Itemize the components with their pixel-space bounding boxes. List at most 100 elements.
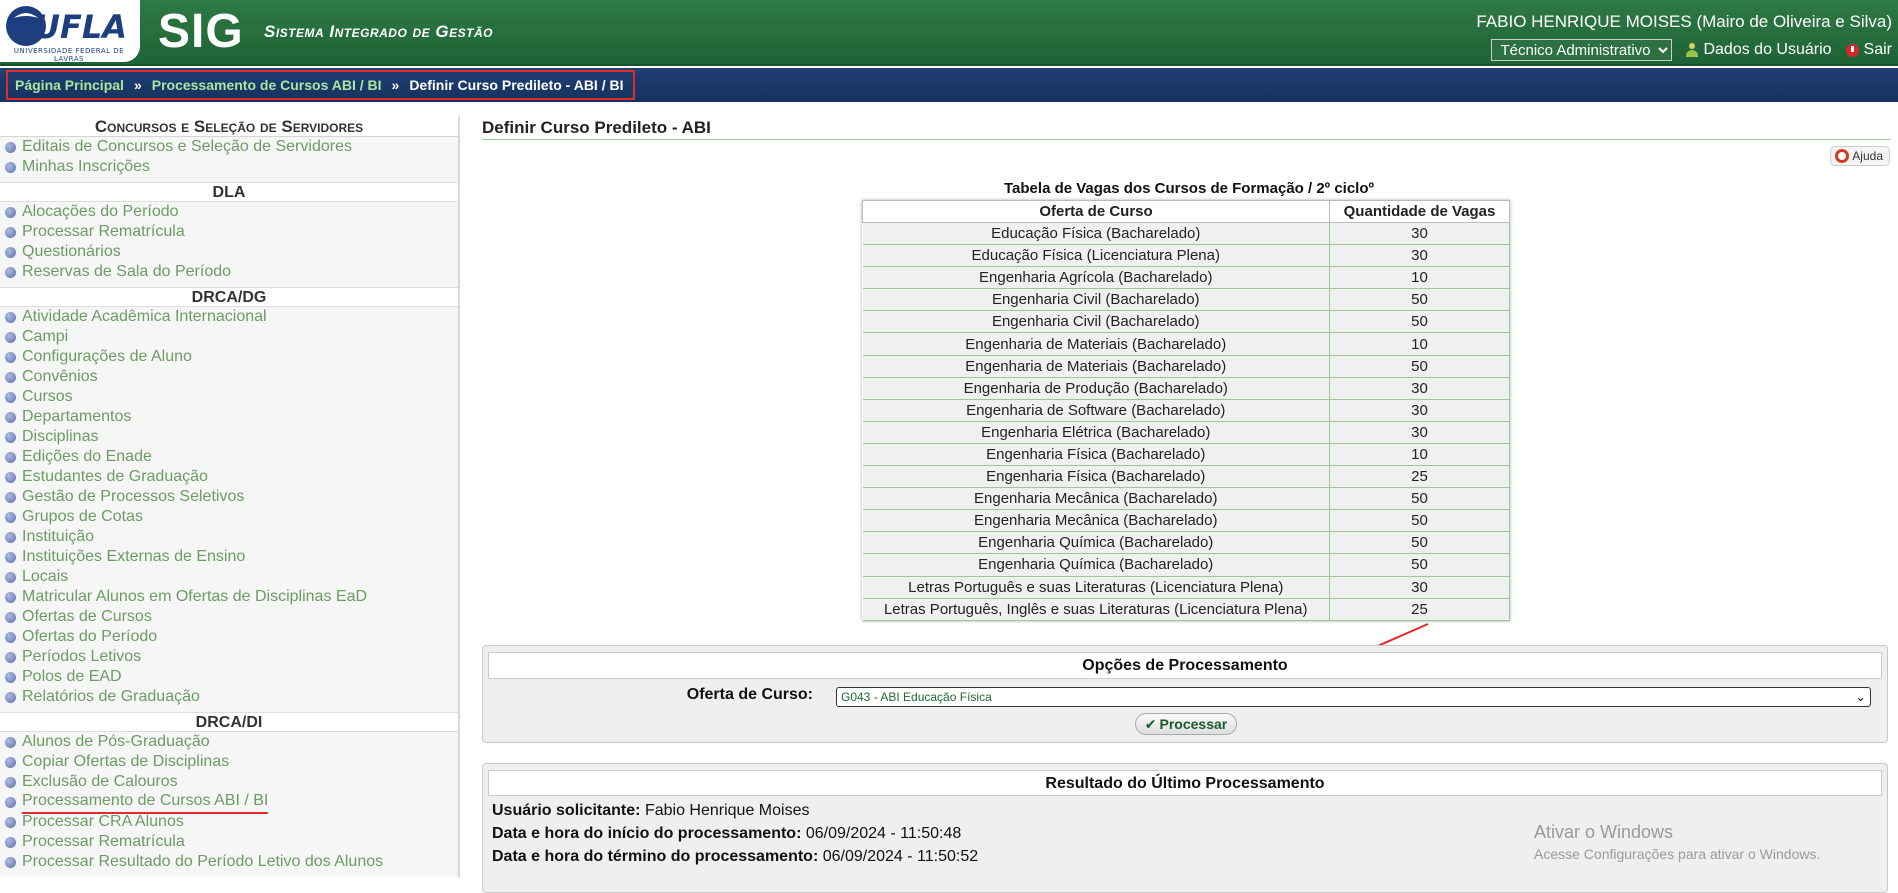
cell-oferta: Engenharia Elétrica (Bacharelado) — [862, 421, 1330, 444]
logout-link[interactable]: Sair — [1845, 41, 1892, 59]
app-name: SIG — [158, 5, 244, 58]
bullet-icon — [5, 591, 16, 603]
cell-vagas: 25 — [1329, 598, 1510, 621]
sidebar-item-label: Polos de EAD — [22, 668, 122, 685]
role-select[interactable]: Técnico Administrativo — [1491, 39, 1673, 61]
cell-vagas: 30 — [1329, 222, 1510, 246]
sidebar-item[interactable]: Locais — [0, 567, 458, 587]
help-button[interactable]: Ajuda — [1830, 146, 1890, 166]
power-icon — [1845, 43, 1859, 57]
cell-vagas: 30 — [1329, 244, 1510, 268]
sidebar-section-heading: DLA — [0, 182, 458, 202]
col-header-vagas: Quantidade de Vagas — [1329, 200, 1510, 223]
sidebar-item[interactable]: Alocações do Período — [0, 202, 458, 222]
table-row: Engenharia Química (Bacharelado) 50 — [862, 553, 1510, 577]
sidebar-item[interactable]: Grupos de Cotas — [0, 507, 458, 527]
sidebar-item[interactable]: Instituições Externas de Ensino — [0, 547, 458, 567]
sidebar-item[interactable]: Questionários — [0, 242, 458, 262]
cell-vagas: 30 — [1329, 576, 1510, 599]
sidebar-item[interactable]: Processamento de Cursos ABI / BI — [0, 792, 458, 814]
sidebar-item[interactable]: Instituição — [0, 527, 458, 547]
sidebar-item[interactable]: Exclusão de Calouros — [0, 772, 458, 792]
sidebar-item-label: Copiar Ofertas de Disciplinas — [22, 753, 230, 770]
breadcrumb-separator: » — [391, 77, 400, 93]
user-name: FABIO HENRIQUE MOISES (Mairo de Oliveira… — [1476, 12, 1892, 31]
sidebar-item[interactable]: Processar Rematrícula — [0, 222, 458, 242]
cell-oferta: Engenharia Física (Bacharelado) — [862, 465, 1330, 489]
bullet-icon — [5, 471, 16, 483]
bullet-icon — [5, 856, 16, 868]
cell-vagas: 50 — [1329, 288, 1510, 312]
breadcrumb-home[interactable]: Página Principal — [15, 77, 124, 93]
sidebar-item-label: Reservas de Sala do Período — [22, 263, 232, 280]
sidebar-item[interactable]: Gestão de Processos Seletivos — [0, 487, 458, 507]
sidebar-item-label: Estudantes de Graduação — [22, 468, 208, 485]
ufla-logo[interactable]: UFLA UNIVERSIDADE FEDERAL DE LAVRAS — [0, 0, 140, 62]
sidebar-item[interactable]: Estudantes de Graduação — [0, 467, 458, 487]
sidebar-item[interactable]: Campi — [0, 327, 458, 347]
sidebar-item[interactable]: Períodos Letivos — [0, 647, 458, 667]
sidebar-item[interactable]: Processar Rematrícula — [0, 832, 458, 852]
bullet-icon — [5, 531, 16, 543]
sidebar-item[interactable]: Polos de EAD — [0, 667, 458, 687]
sidebar-item[interactable]: Processar CRA Alunos — [0, 812, 458, 832]
course-select[interactable]: G043 - ABI Educação Física ⌄ — [836, 687, 1871, 707]
sidebar-item[interactable]: Departamentos — [0, 407, 458, 427]
breadcrumb-separator: » — [133, 77, 142, 93]
sidebar-item[interactable]: Copiar Ofertas de Disciplinas — [0, 752, 458, 772]
table-row: Engenharia Civil (Bacharelado) 50 — [862, 310, 1510, 334]
result-title: Resultado do Último Processamento — [488, 770, 1882, 796]
sidebar-item[interactable]: Reservas de Sala do Período — [0, 262, 458, 282]
sidebar-item[interactable]: Cursos — [0, 387, 458, 407]
sidebar-item[interactable]: Convênios — [0, 367, 458, 387]
table-header-row: Oferta de Curso Quantidade de Vagas — [862, 200, 1510, 223]
windows-activation-watermark: Ativar o Windows Acesse Configurações pa… — [1534, 822, 1820, 862]
sidebar-item[interactable]: Edições do Enade — [0, 447, 458, 467]
sidebar-item[interactable]: Relatórios de Graduação — [0, 687, 458, 707]
bullet-icon — [5, 671, 16, 683]
sidebar-item-label: Gestão de Processos Seletivos — [22, 488, 245, 505]
cell-vagas: 25 — [1329, 465, 1510, 489]
bullet-icon — [5, 571, 16, 583]
cell-oferta: Engenharia Física (Bacharelado) — [862, 443, 1330, 467]
sidebar-item-label: Questionários — [22, 243, 121, 260]
user-data-link[interactable]: Dados do Usuário — [1686, 41, 1832, 59]
cell-oferta: Engenharia de Materiais (Bacharelado) — [862, 332, 1330, 356]
bullet-icon — [5, 736, 16, 748]
cell-oferta: Engenharia Química (Bacharelado) — [862, 553, 1330, 577]
bullet-icon — [5, 551, 16, 563]
sidebar-item[interactable]: Alunos de Pós-Graduação — [0, 732, 458, 752]
app-header: UFLA UNIVERSIDADE FEDERAL DE LAVRAS SIG … — [0, 0, 1898, 66]
breadcrumb: Página Principal » Processamento de Curs… — [6, 70, 636, 100]
sidebar-item[interactable]: Disciplinas — [0, 427, 458, 447]
breadcrumb-processamento[interactable]: Processamento de Cursos ABI / BI — [152, 77, 382, 93]
logo-subtitle: UNIVERSIDADE FEDERAL DE LAVRAS — [13, 47, 125, 62]
bullet-icon — [5, 491, 16, 503]
sidebar-item-label: Ofertas de Cursos — [22, 608, 152, 625]
breadcrumb-current: Definir Curso Predileto - ABI / BI — [409, 77, 624, 93]
cell-oferta: Educação Física (Bacharelado) — [862, 222, 1330, 246]
sidebar-item-label: Alocações do Período — [22, 203, 179, 220]
sidebar-item[interactable]: Configurações de Aluno — [0, 347, 458, 367]
bullet-icon — [5, 511, 16, 523]
svg-text:UFLA: UFLA — [34, 8, 127, 46]
sidebar-item-label: Campi — [22, 328, 69, 345]
sidebar-item[interactable]: Processar Resultado do Período Letivo do… — [0, 852, 458, 872]
sidebar-item-label: Exclusão de Calouros — [22, 773, 178, 790]
start-label: Data e hora do início do processamento: — [492, 825, 802, 842]
bullet-icon — [5, 226, 16, 238]
sidebar-item[interactable]: Atividade Acadêmica Internacional — [0, 307, 458, 327]
table-row: Engenharia de Produção (Bacharelado) 30 — [862, 377, 1510, 400]
sidebar-section-heading: DRCA/DG — [0, 287, 458, 307]
sidebar-item[interactable]: Ofertas de Cursos — [0, 607, 458, 627]
sidebar-item[interactable]: Ofertas do Período — [0, 627, 458, 647]
process-button[interactable]: ✔ Processar — [1135, 713, 1237, 735]
sidebar-item[interactable]: Minhas Inscrições — [0, 157, 458, 177]
cell-vagas: 30 — [1329, 399, 1510, 422]
requester-label: Usuário solicitante: — [492, 802, 641, 819]
sidebar-item[interactable]: Matricular Alunos em Ofertas de Discipli… — [0, 587, 458, 607]
options-title: Opções de Processamento — [488, 652, 1882, 679]
cell-vagas: 10 — [1329, 266, 1510, 290]
sidebar-item[interactable]: Editais de Concursos e Seleção de Servid… — [0, 137, 458, 157]
sidebar-item-label: Locais — [22, 568, 69, 585]
